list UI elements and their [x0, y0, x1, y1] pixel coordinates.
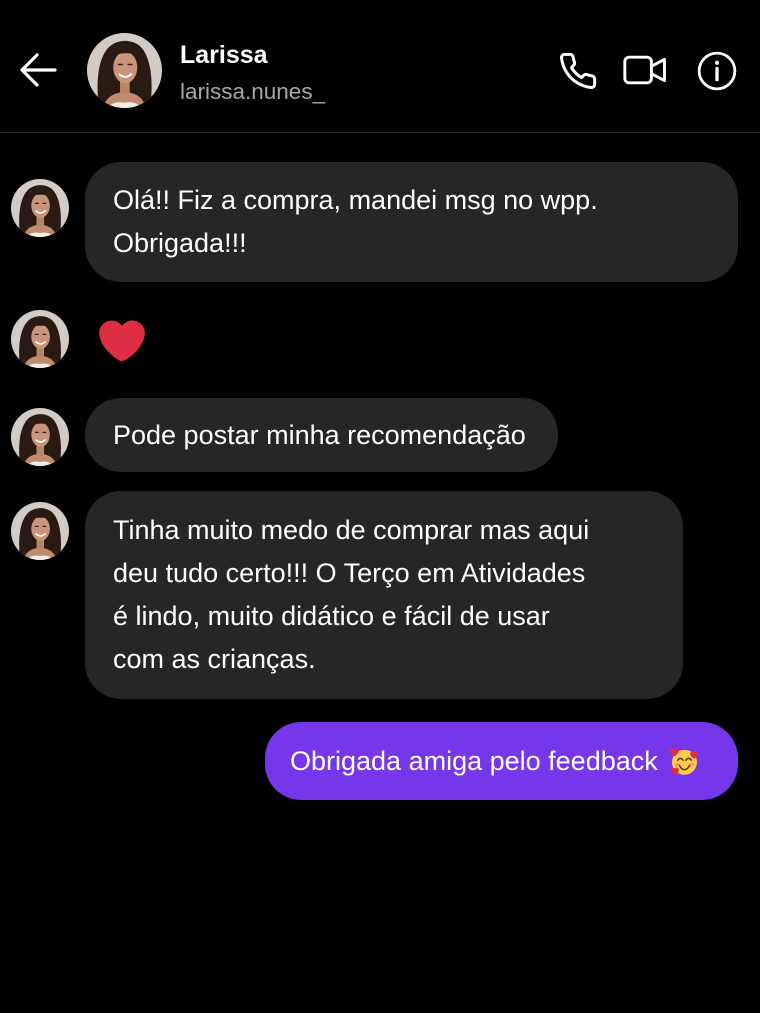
message-text-line: Olá!! Fiz a compra, mandei msg no wpp.	[113, 185, 598, 215]
sender-avatar[interactable]	[11, 502, 69, 560]
message-text-line: com as crianças.	[113, 644, 316, 674]
outgoing-message-bubble[interactable]: Obrigada amiga pelo feedback	[265, 722, 738, 800]
sender-avatar[interactable]	[11, 408, 69, 466]
video-camera-icon	[623, 55, 666, 85]
contact-name[interactable]: Larissa	[180, 38, 268, 72]
message-text-line: Pode postar minha recomendação	[113, 419, 526, 450]
phone-icon	[560, 52, 597, 90]
heart-emoji-message[interactable]	[98, 318, 146, 364]
sender-avatar[interactable]	[11, 179, 69, 237]
message-text-line: é lindo, muito didático e fácil de usar	[113, 601, 550, 631]
message-text-line: deu tudo certo!!! O Terço em Atividades	[113, 558, 586, 588]
red-heart-icon	[98, 318, 146, 364]
message-text: Obrigada amiga pelo feedback	[290, 745, 658, 776]
back-button[interactable]	[19, 52, 57, 88]
smiling-face-with-hearts-icon	[669, 747, 698, 775]
incoming-message-bubble[interactable]: Olá!! Fiz a compra, mandei msg no wpp. O…	[85, 162, 738, 282]
message-text-line: Obrigada!!!	[113, 228, 247, 258]
message-text-line: Tinha muito medo de comprar mas aqui	[113, 515, 590, 545]
audio-call-button[interactable]	[558, 51, 598, 91]
incoming-message-bubble[interactable]: Tinha muito medo de comprar mas aqui deu…	[85, 491, 683, 699]
incoming-message-bubble[interactable]: Pode postar minha recomendação	[85, 398, 558, 472]
info-icon	[697, 51, 737, 91]
back-arrow-icon	[20, 53, 57, 87]
header-divider	[0, 132, 760, 133]
contact-avatar[interactable]	[87, 33, 162, 108]
contact-username[interactable]: larissa.nunes_	[180, 77, 325, 107]
video-call-button[interactable]	[623, 48, 667, 92]
sender-avatar[interactable]	[11, 310, 69, 368]
conversation-info-button[interactable]	[696, 50, 738, 92]
